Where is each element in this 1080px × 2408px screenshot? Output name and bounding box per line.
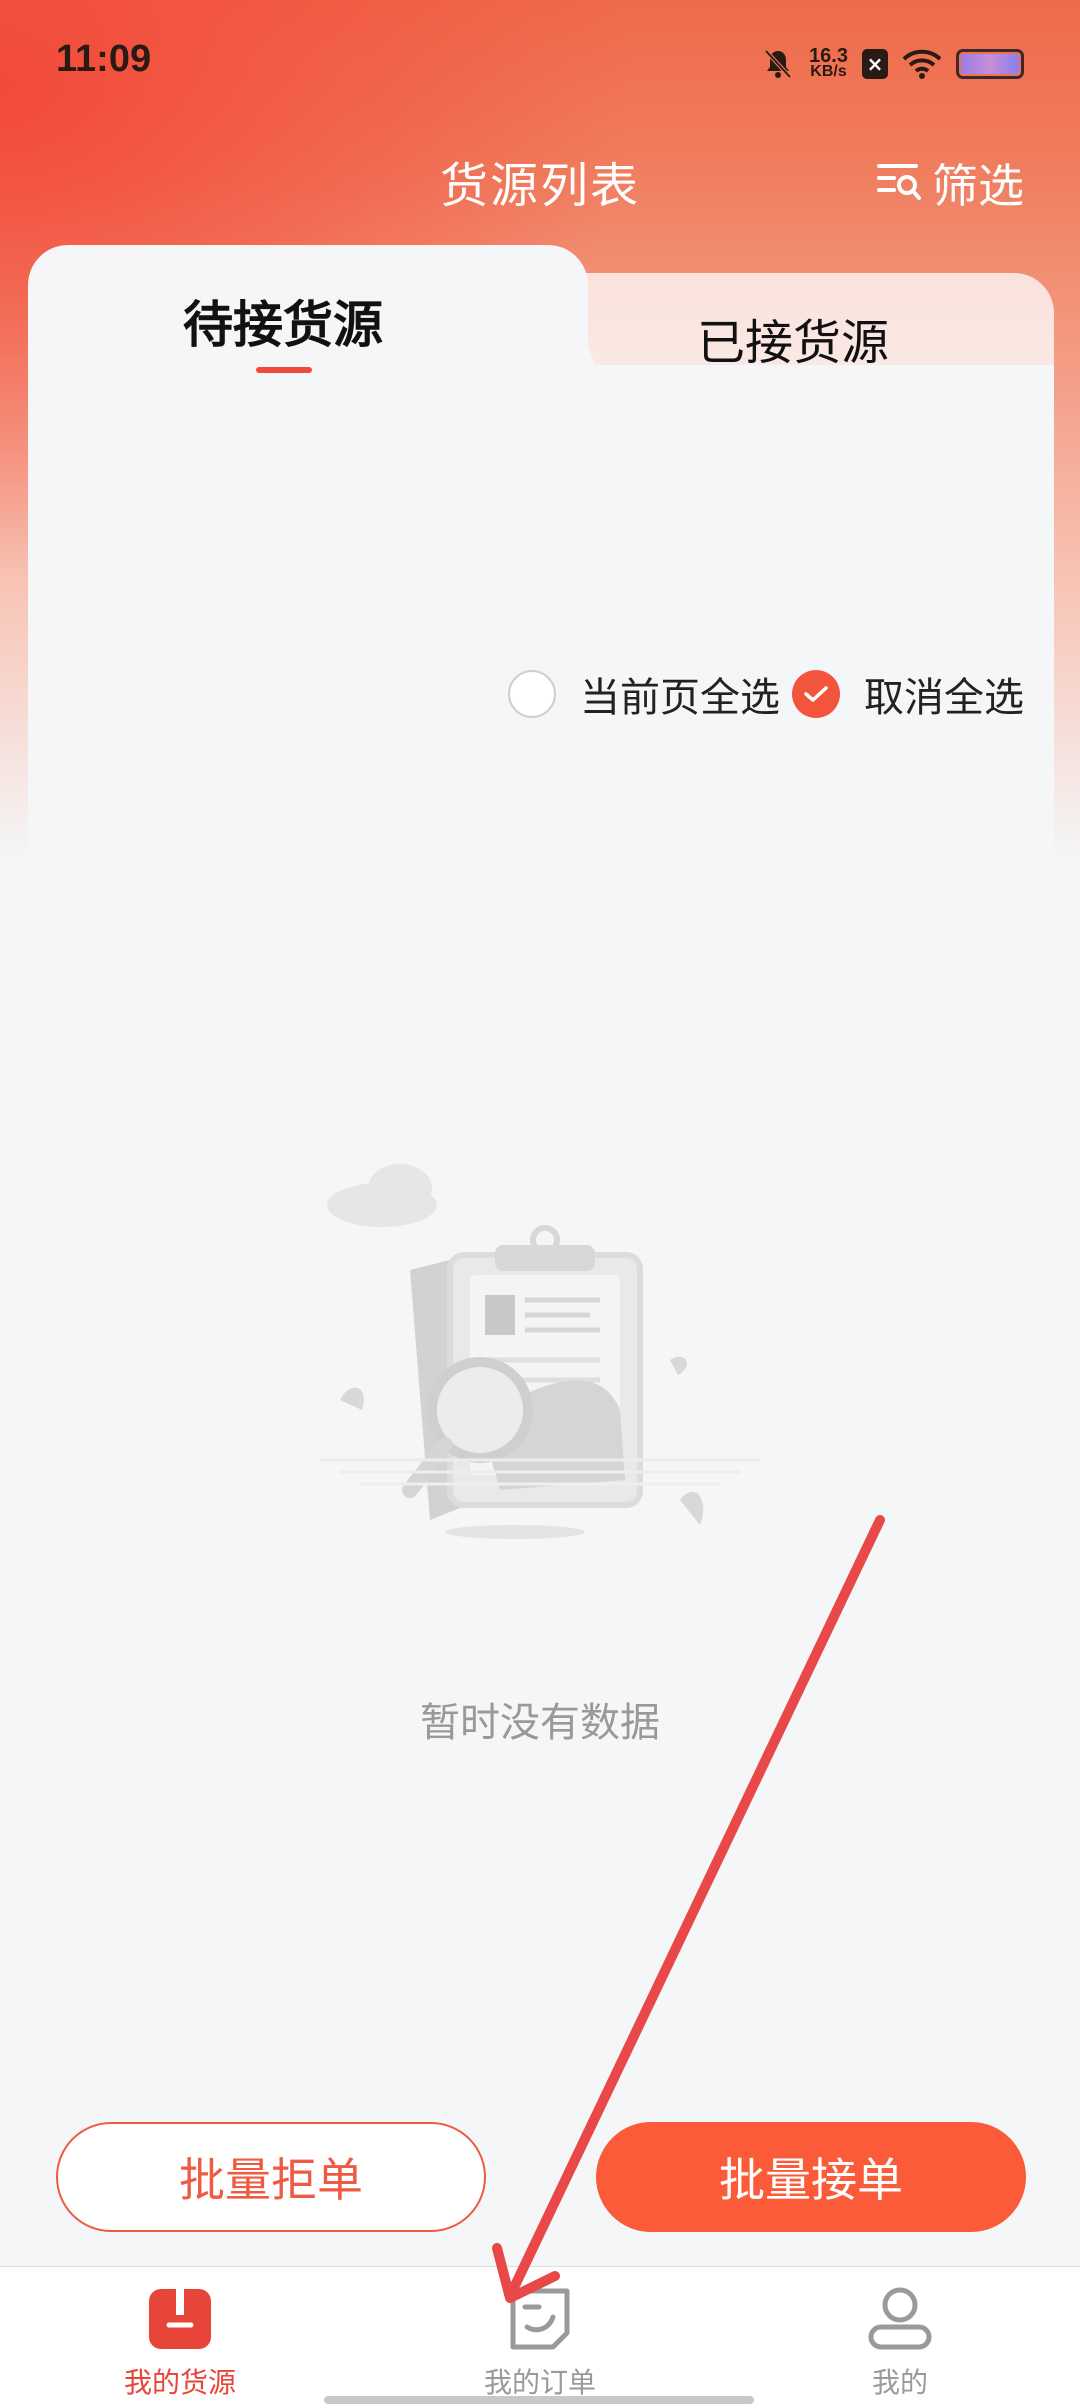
- tab-accepted-cargo[interactable]: 已接货源: [568, 303, 1018, 373]
- empty-illustration: [300, 1160, 780, 1604]
- tab-body: [28, 365, 1054, 865]
- battery-icon: [956, 49, 1024, 79]
- nav-label-my-cargo: 我的货源: [123, 2366, 236, 2399]
- empty-message: 暂时没有数据: [420, 1700, 660, 1746]
- nav-item-my-orders[interactable]: 我的订单: [440, 2283, 640, 2401]
- deselect-all-radio[interactable]: [792, 670, 840, 718]
- tab-active-indicator: [256, 367, 312, 373]
- nav-item-my-cargo[interactable]: 我的货源: [80, 2283, 280, 2401]
- cargo-box-icon: [145, 2289, 215, 2357]
- batch-reject-button[interactable]: 批量拒单: [56, 2122, 486, 2232]
- net-speed: 16.3 KB/s: [809, 45, 848, 80]
- filter-button[interactable]: 筛选: [876, 150, 1024, 216]
- order-note-icon: [505, 2288, 575, 2357]
- net-speed-value: 16.3: [809, 45, 848, 67]
- cloud-icon: [327, 1164, 437, 1227]
- nav-label-me: 我的: [871, 2366, 928, 2399]
- batch-accept-button[interactable]: 批量接单: [596, 2122, 1026, 2232]
- title-bar: 货源列表 筛选: [0, 130, 1080, 230]
- nav-item-me[interactable]: 我的: [800, 2283, 1000, 2401]
- close-box-icon: ×: [862, 49, 888, 79]
- tab-pending-cargo[interactable]: 待接货源: [28, 285, 538, 357]
- filter-label: 筛选: [932, 159, 1024, 213]
- filter-icon: [876, 158, 922, 208]
- bell-muted-icon: [761, 47, 795, 81]
- status-icons: 16.3 KB/s ×: [761, 40, 1024, 88]
- status-bar: 11:09 16.3 KB/s ×: [0, 0, 1080, 130]
- select-page-radio[interactable]: [508, 670, 556, 718]
- profile-icon: [865, 2287, 935, 2357]
- bottom-nav: 我的货源 我的订单 我的: [0, 2266, 1080, 2408]
- select-page-label[interactable]: 当前页全选: [580, 665, 780, 723]
- check-icon: [804, 686, 828, 702]
- wifi-icon: [902, 48, 942, 80]
- selection-row: 当前页全选 取消全选: [508, 665, 1036, 723]
- net-speed-unit: KB/s: [810, 63, 847, 80]
- nav-label-my-orders: 我的订单: [483, 2366, 596, 2399]
- tab-card: 待接货源 已接货源 当前页全选 取消全选: [28, 245, 1054, 873]
- deselect-all-label[interactable]: 取消全选: [864, 665, 1024, 723]
- home-indicator: [324, 2396, 754, 2404]
- status-time: 11:09: [56, 38, 152, 80]
